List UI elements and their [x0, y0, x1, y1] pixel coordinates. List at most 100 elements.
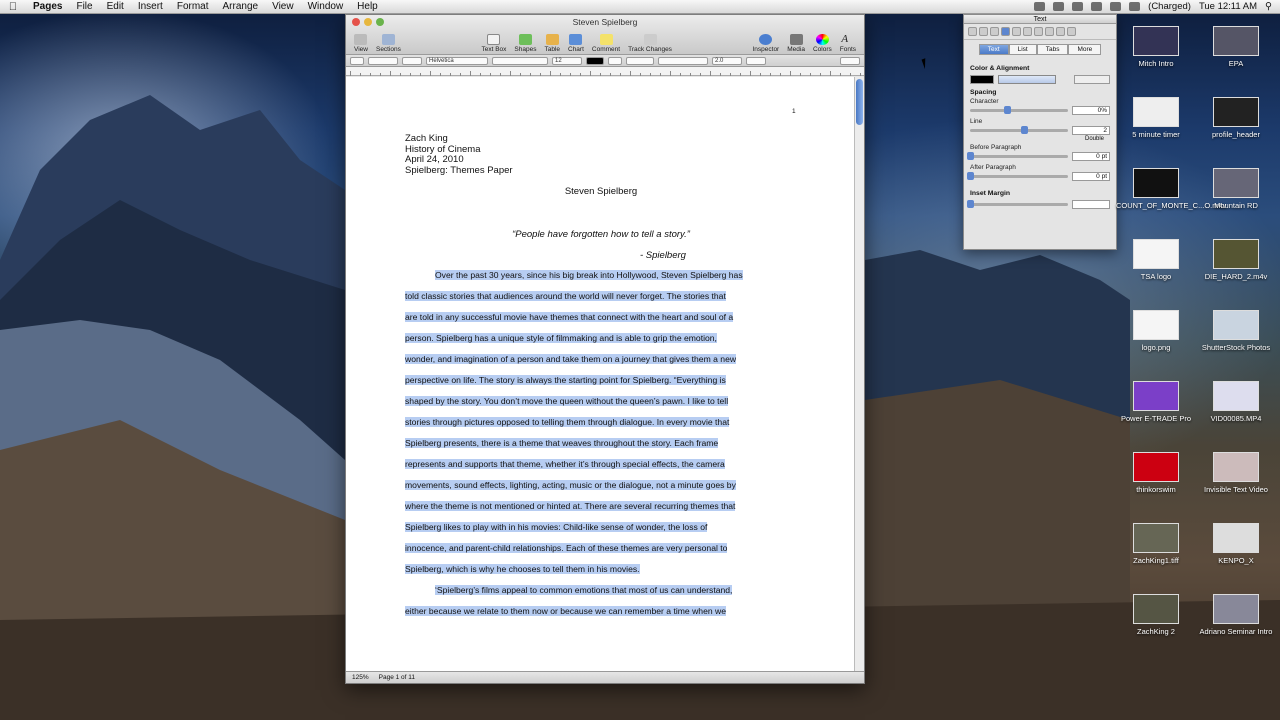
colors-button[interactable]: Colors	[809, 34, 836, 53]
after-paragraph-field[interactable]: 0 pt	[1072, 172, 1110, 181]
body-line[interactable]: Spielberg likes to play with in his movi…	[405, 517, 793, 538]
alignment-buttons[interactable]	[658, 56, 708, 65]
menu-file[interactable]: File	[69, 1, 99, 12]
body-line[interactable]: where the theme is not mentioned or hint…	[405, 496, 793, 517]
comment-button[interactable]: Comment	[588, 34, 624, 53]
media-button[interactable]: Media	[783, 34, 809, 53]
menu-help[interactable]: Help	[350, 1, 385, 12]
wifi-icon[interactable]	[1091, 2, 1103, 11]
desktop-icon[interactable]: DIE_HARD_2.m4v	[1196, 239, 1276, 281]
desktop-icon[interactable]: Power E-TRADE Pro	[1116, 381, 1196, 423]
selected-text[interactable]: ‘Spielberg’s films appeal to common emot…	[435, 585, 733, 595]
menubar-clock[interactable]: Tue 12:11 AM	[1199, 1, 1257, 12]
body-line[interactable]: Spielberg, which is why he chooses to te…	[405, 559, 793, 580]
menu-format[interactable]: Format	[170, 1, 216, 12]
selected-text[interactable]: perspective on life. The story is always…	[405, 375, 726, 385]
line-spacing-field[interactable]: 2	[1072, 126, 1110, 135]
desktop-icon[interactable]: VID00085.MP4	[1196, 381, 1276, 423]
desktop-icon[interactable]: ZachKing 2	[1116, 594, 1196, 636]
link-inspector-icon[interactable]	[1056, 27, 1065, 36]
tab-text[interactable]: Text	[978, 44, 1009, 55]
menu-app-pages[interactable]: Pages	[26, 1, 69, 12]
table-button[interactable]: Table	[540, 34, 564, 53]
selected-text[interactable]: Spielberg presents, there is a theme tha…	[405, 438, 719, 448]
character-style-select[interactable]	[402, 56, 422, 65]
line-spacing-select[interactable]: 2.0	[712, 56, 742, 65]
character-spacing-field[interactable]: 0%	[1072, 106, 1110, 115]
columns-select[interactable]	[746, 56, 766, 65]
text-inspector-icon[interactable]	[1001, 27, 1010, 36]
body-line[interactable]: either because we relate to them now or …	[405, 601, 793, 622]
table-inspector-icon[interactable]	[1034, 27, 1043, 36]
menu-window[interactable]: Window	[301, 1, 351, 12]
vertical-alignment-buttons[interactable]	[1074, 75, 1110, 84]
menu-view[interactable]: View	[265, 1, 301, 12]
body-line[interactable]: wonder, and imagination of a person and …	[405, 349, 793, 370]
bluetooth-icon[interactable]	[1072, 2, 1084, 11]
selected-text[interactable]: either because we relate to them now or …	[405, 606, 726, 616]
before-paragraph-field[interactable]: 0 pt	[1072, 152, 1110, 161]
spotlight-icon[interactable]: ⚲	[1265, 1, 1272, 12]
slider-knob[interactable]	[967, 152, 974, 160]
desktop-icon[interactable]: EPA	[1196, 26, 1276, 68]
quicktime-inspector-icon[interactable]	[1067, 27, 1076, 36]
inspector-button[interactable]: Inspector	[748, 34, 783, 53]
desktop-icon[interactable]: ShutterStock Photos	[1196, 310, 1276, 352]
desktop-icon[interactable]: Invisible Text Video	[1196, 452, 1276, 494]
body-line[interactable]: told classic stories that audiences arou…	[405, 286, 793, 307]
volume-icon[interactable]	[1110, 2, 1122, 11]
battery-icon[interactable]	[1129, 2, 1141, 11]
desktop-icon[interactable]: profile_header	[1196, 97, 1276, 139]
inset-margin-field[interactable]	[1072, 200, 1110, 209]
selected-text[interactable]: stories through pictures opposed to tell…	[405, 417, 730, 427]
document-page[interactable]: 1 Zach King History of Cinema April 24, …	[346, 77, 854, 671]
desktop-icon[interactable]: logo.png	[1116, 310, 1196, 352]
before-paragraph-slider[interactable]	[967, 152, 1068, 160]
chart-inspector-icon[interactable]	[1045, 27, 1054, 36]
line-spacing-slider[interactable]	[970, 126, 1068, 134]
desktop-icon[interactable]: ZachKing1.tiff	[1116, 523, 1196, 565]
desktop-icon[interactable]: COUNT_OF_MONTE_C...O.m4v	[1116, 168, 1226, 210]
line-spacing-mode[interactable]: Double	[970, 136, 1110, 142]
selected-text[interactable]: Spielberg likes to play with in his movi…	[405, 522, 708, 532]
desktop-icon[interactable]: 5 minute timer	[1116, 97, 1196, 139]
battery-status[interactable]: (Charged)	[1148, 1, 1191, 12]
font-family-select[interactable]: Helvetica	[426, 56, 488, 65]
text-color-well[interactable]	[586, 56, 604, 65]
window-titlebar[interactable]: Steven Spielberg View Sections Text Box …	[346, 15, 864, 55]
selected-text[interactable]: Spielberg, which is why he chooses to te…	[405, 564, 640, 574]
vertical-scrollbar[interactable]	[854, 77, 864, 671]
sync-icon[interactable]	[1034, 2, 1046, 11]
sections-button[interactable]: Sections	[372, 34, 405, 53]
desktop-icon[interactable]: KENPO_X	[1196, 523, 1276, 565]
chart-button[interactable]: Chart	[564, 34, 588, 53]
selected-text[interactable]: are told in any successful movie have th…	[405, 312, 734, 322]
time-machine-icon[interactable]	[1053, 2, 1065, 11]
list-style-select[interactable]	[840, 56, 860, 65]
after-paragraph-slider[interactable]	[967, 172, 1068, 180]
ruler[interactable]	[346, 67, 864, 76]
graphic-inspector-icon[interactable]	[1012, 27, 1021, 36]
selected-text[interactable]: innocence, and parent-child relationship…	[405, 543, 728, 553]
slider-knob[interactable]	[967, 172, 974, 180]
desktop-icon[interactable]: Mitch Intro	[1116, 26, 1196, 68]
apple-menu-icon[interactable]: 	[0, 1, 26, 13]
body-line[interactable]: perspective on life. The story is always…	[405, 370, 793, 391]
menu-arrange[interactable]: Arrange	[216, 1, 266, 12]
text-box-button[interactable]: Text Box	[477, 34, 510, 53]
tab-tabs[interactable]: Tabs	[1036, 44, 1069, 55]
text-color-well[interactable]	[970, 75, 994, 84]
highlight-color-well[interactable]	[608, 56, 622, 65]
alignment-buttons[interactable]	[998, 75, 1056, 84]
font-typeface-select[interactable]	[492, 56, 548, 65]
menu-edit[interactable]: Edit	[100, 1, 131, 12]
selected-text[interactable]: told classic stories that audiences arou…	[405, 291, 726, 301]
body-line[interactable]: ‘Spielberg’s films appeal to common emot…	[405, 580, 793, 601]
zoom-select[interactable]: 125%	[352, 674, 369, 681]
body-line[interactable]: innocence, and parent-child relationship…	[405, 538, 793, 559]
paragraph-style-select[interactable]	[368, 56, 398, 65]
selected-text[interactable]: Over the past 30 years, since his big br…	[435, 270, 743, 280]
slider-knob[interactable]	[1004, 106, 1012, 114]
view-button[interactable]: View	[350, 34, 372, 53]
document-canvas[interactable]: 1 Zach King History of Cinema April 24, …	[346, 77, 854, 671]
